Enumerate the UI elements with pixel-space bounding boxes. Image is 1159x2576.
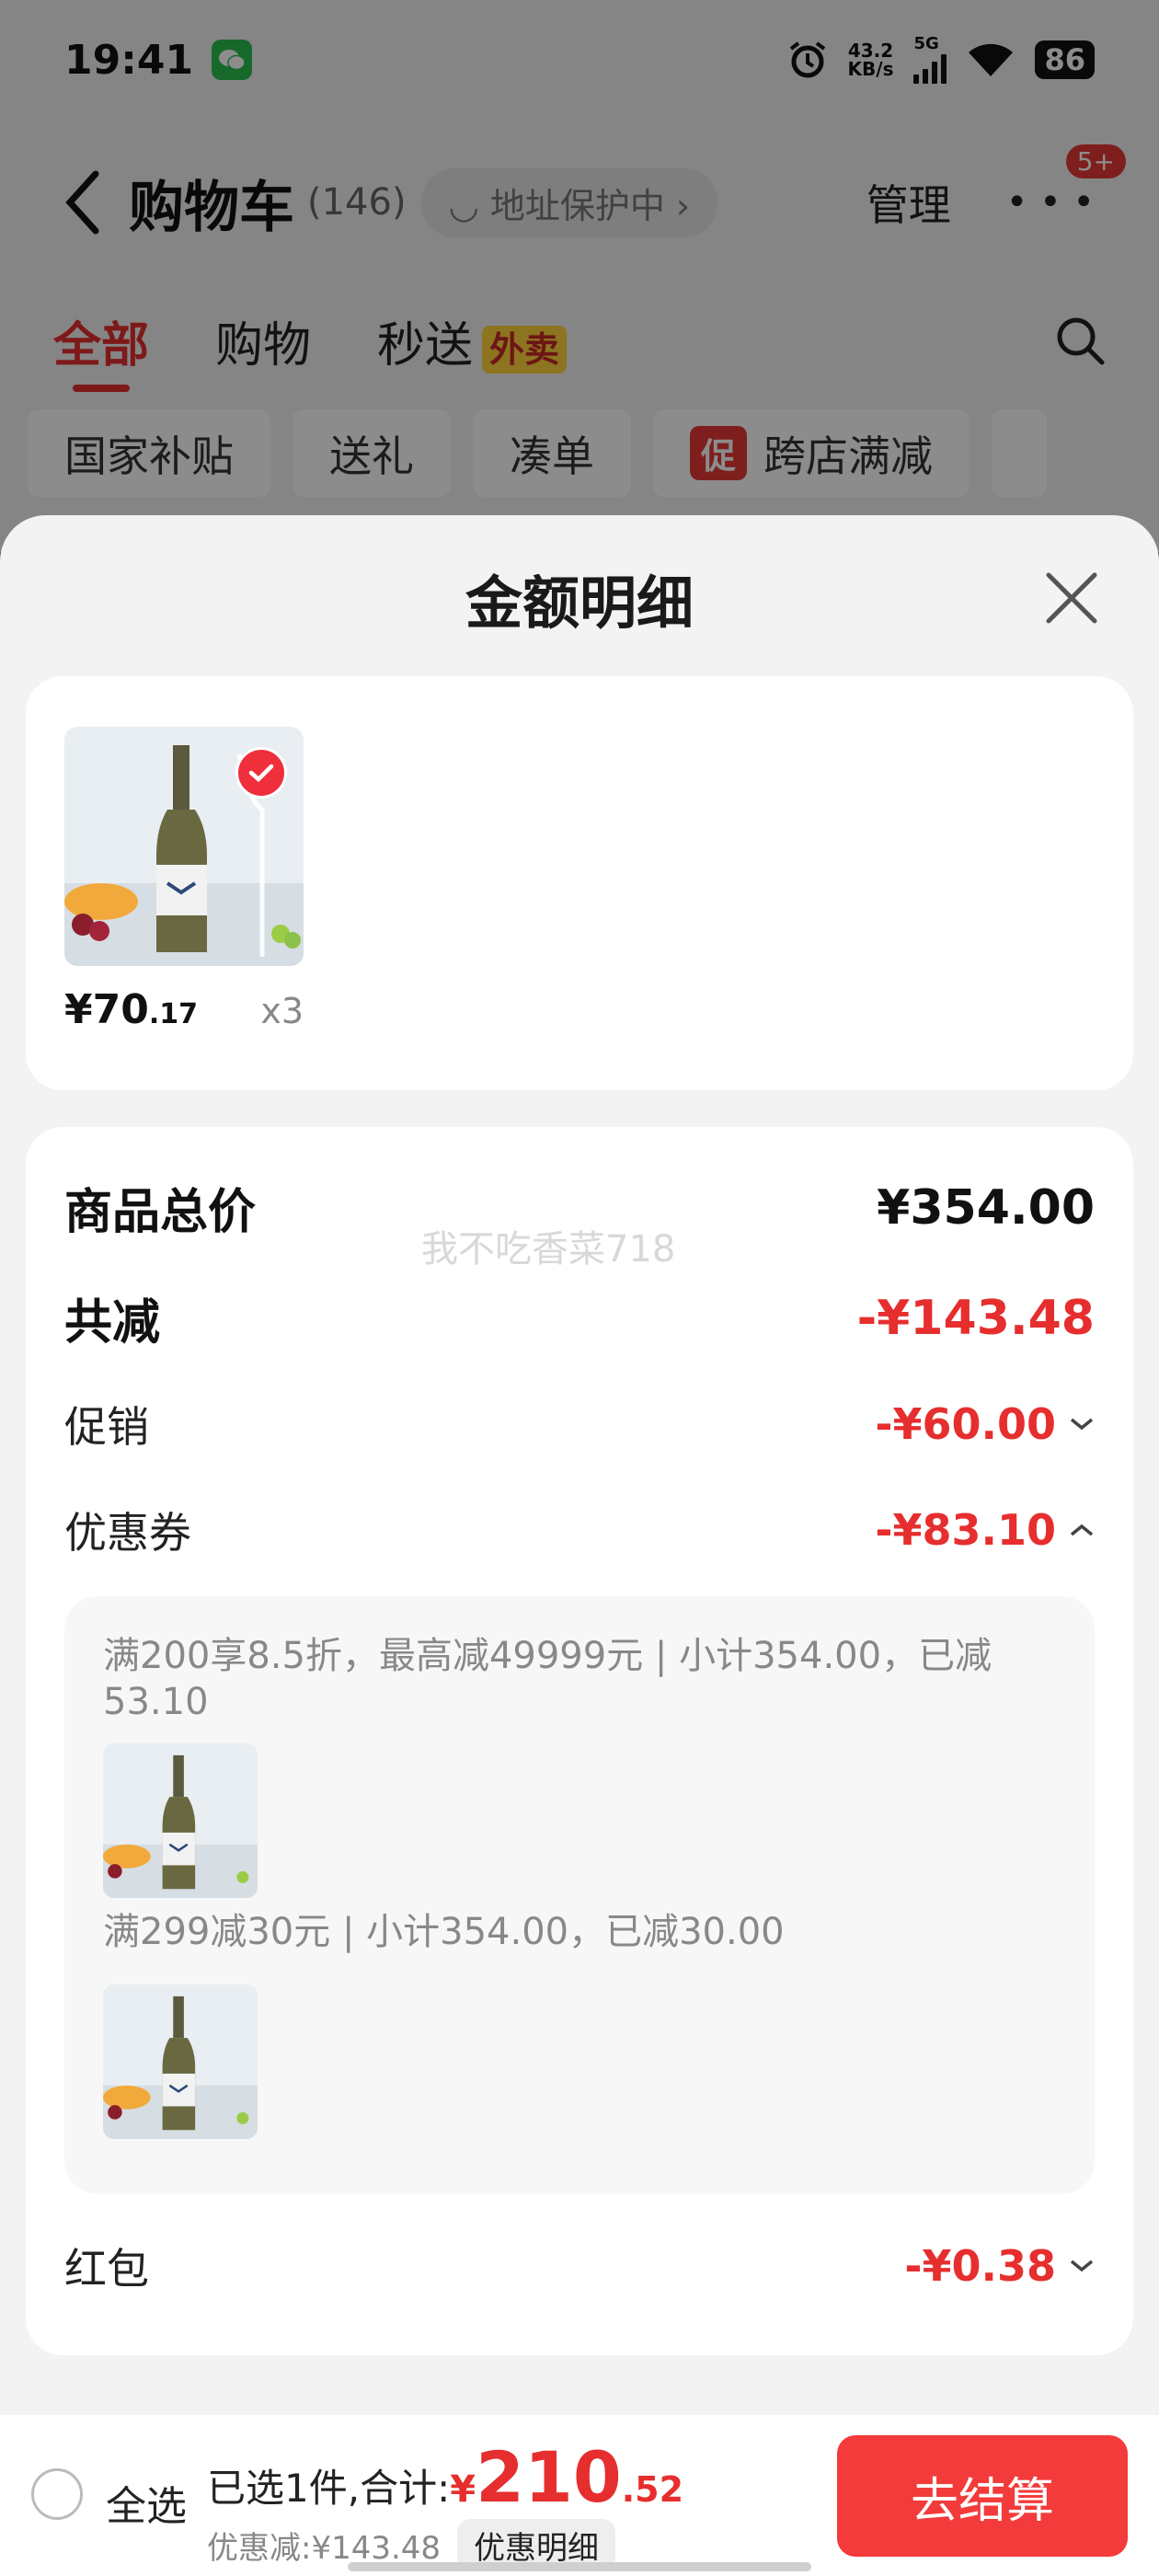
total-amount: 210 (476, 2436, 622, 2518)
cart-count: (146) (307, 181, 407, 224)
checkout-button[interactable]: 去结算 (837, 2435, 1128, 2557)
chevron-up-icon[interactable] (1069, 1521, 1095, 1539)
takeaway-tag: 外卖 (482, 325, 568, 374)
sheet-title: 金额明细 (465, 569, 694, 637)
total-discount-value: -¥143.48 (856, 1290, 1095, 1346)
close-icon[interactable] (1039, 566, 1104, 630)
price-breakdown-card: 我不吃香菜718 商品总价 ¥354.00 共减 -¥143.48 促销 -¥6… (26, 1127, 1133, 2355)
back-arrow-icon[interactable] (64, 170, 101, 235)
tab-instant-delivery[interactable]: 秒送 外卖 (377, 306, 568, 375)
chip-gift[interactable]: 送礼 (293, 409, 451, 497)
row-promotion[interactable]: 促销 -¥60.00 (64, 1394, 1095, 1455)
filter-chips: 国家补贴 送礼 凑单 促 跨店满减 (0, 409, 1159, 497)
coupon-product-image (103, 1743, 258, 1898)
select-all-label[interactable]: 全选 (106, 2473, 187, 2532)
chip-national-subsidy[interactable]: 国家补贴 (28, 409, 270, 497)
chevron-down-icon[interactable] (1069, 2257, 1095, 2275)
coupon-product-image (103, 1984, 258, 2139)
chip-more[interactable] (992, 409, 1048, 497)
selected-count-text: 已选1件,合计: (207, 2466, 451, 2511)
status-bar: 19:41 43.2 KB/s 5G 86 (0, 0, 1159, 120)
chip-bundle[interactable]: 凑单 (473, 409, 631, 497)
row-red-packet[interactable]: 红包 -¥0.38 (64, 2236, 1095, 2296)
alarm-icon (789, 41, 825, 78)
coupon-details: 满200享8.5折，最高减49999元 | 小计354.00，已减53.10 满… (64, 1596, 1095, 2194)
promo-tag: 促 (690, 426, 748, 480)
wifi-icon (969, 43, 1014, 76)
goods-total-value: ¥354.00 (877, 1179, 1095, 1236)
row-goods-total: 商品总价 ¥354.00 (64, 1179, 1095, 1241)
coupon-rule-2: 满299减30元 | 小计354.00，已减30.00 (103, 1911, 785, 1953)
shield-smile-icon: ◡ (448, 185, 490, 226)
more-menu-button[interactable]: • • • 5+ (1005, 144, 1126, 224)
product-quantity: x3 (260, 991, 304, 1031)
more-dots-icon: • • • (1005, 181, 1095, 224)
product-price-row: ¥70.17 x3 (64, 986, 304, 1033)
address-protection-pill[interactable]: ◡ 地址保护中 › (420, 167, 718, 237)
product-item[interactable]: ¥70.17 x3 (64, 727, 304, 1033)
cart-tabs: 全部 购物 秒送 外卖 (0, 294, 1159, 392)
page-title: 购物车 (129, 175, 294, 240)
saved-amount: 优惠减:¥143.48 (207, 2530, 442, 2567)
cart-nav-bar: 购物车 (146) ◡ 地址保护中 › 管理 • • • 5+ (0, 138, 1159, 267)
chip-cross-store-discount[interactable]: 促 跨店满减 (653, 409, 970, 497)
search-icon[interactable] (1054, 315, 1106, 366)
message-badge: 5+ (1065, 144, 1126, 178)
status-icons: 43.2 KB/s 5G 86 (787, 36, 1095, 84)
sheet-header: 金额明细 (0, 515, 1159, 681)
tab-shopping[interactable]: 购物 (215, 306, 311, 375)
cart-page-background: 19:41 43.2 KB/s 5G 86 购物车 (146) ◡ 地址保护中 … (0, 0, 1159, 552)
checked-icon (235, 747, 287, 799)
checkout-bar: 全选 已选1件,合计: ¥ 210 .52 优惠减:¥143.48 优惠明细 去… (0, 2415, 1159, 2576)
chevron-down-icon[interactable] (1069, 1415, 1095, 1433)
status-time: 19:41 (64, 36, 194, 84)
net-speed: 43.2 KB/s (847, 40, 894, 80)
select-all-radio[interactable] (31, 2468, 83, 2520)
wechat-icon (212, 40, 253, 80)
cell-signal-icon: 5G (913, 36, 947, 84)
chevron-right-icon: › (664, 185, 691, 226)
promotion-value: -¥60.00 (875, 1399, 1056, 1449)
selected-products-card: ¥70.17 x3 (26, 676, 1133, 1090)
row-coupon[interactable]: 优惠券 -¥83.10 (64, 1500, 1095, 1560)
order-summary: 已选1件,合计: ¥ 210 .52 优惠减:¥143.48 优惠明细 (207, 2443, 683, 2571)
coupon-rule-1: 满200享8.5折，最高减49999元 | 小计354.00，已减53.10 (103, 1635, 993, 1723)
product-image (64, 727, 304, 966)
row-total-discount: 共减 -¥143.48 (64, 1290, 1095, 1351)
manage-button[interactable]: 管理 (866, 172, 951, 233)
red-packet-value: -¥0.38 (904, 2241, 1056, 2291)
tab-all[interactable]: 全部 (53, 306, 149, 392)
home-indicator[interactable] (348, 2562, 811, 2571)
coupon-value: -¥83.10 (875, 1505, 1056, 1555)
battery-indicator: 86 (1035, 40, 1095, 79)
price-detail-sheet: 金额明细 ¥70.17 x3 我不吃香菜718 商品总价 ¥354.00 共减 … (0, 515, 1159, 2576)
product-price: ¥70.17 (64, 986, 199, 1033)
